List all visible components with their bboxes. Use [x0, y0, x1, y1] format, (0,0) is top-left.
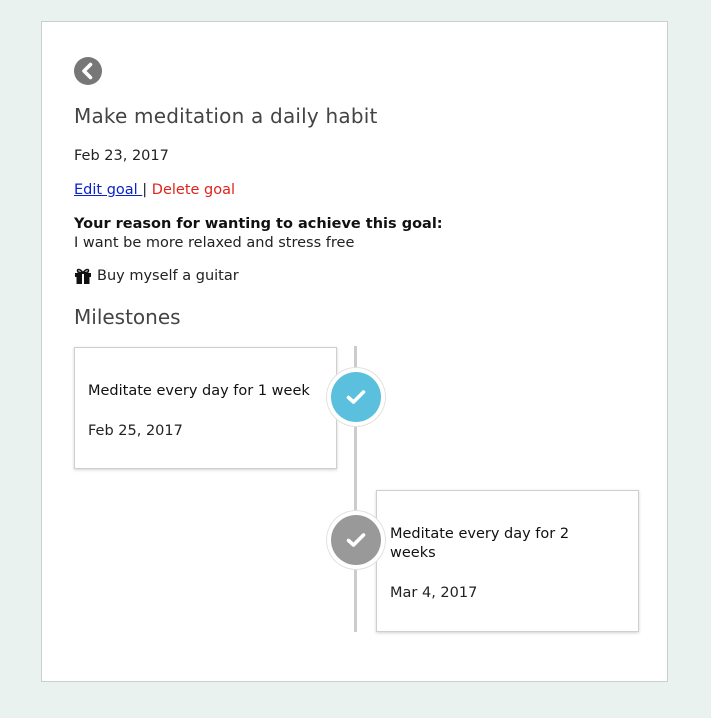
milestone-title: Meditate every day for 2 weeks	[390, 526, 570, 561]
delete-goal-link[interactable]: Delete goal	[147, 182, 235, 198]
reason-text: I want be more relaxed and stress free	[74, 235, 355, 251]
milestone-card[interactable]: Meditate every day for 1 week Feb 25, 20…	[74, 347, 337, 469]
milestone-date: Feb 25, 2017	[88, 423, 183, 439]
milestone-date: Mar 4, 2017	[390, 585, 478, 601]
goal-actions: Edit goal | Delete goal	[74, 182, 235, 198]
gift-icon	[75, 268, 91, 284]
milestone-status-pending	[331, 515, 381, 565]
milestones-heading: Milestones	[74, 305, 181, 329]
edit-goal-link[interactable]: Edit goal	[74, 182, 142, 198]
reward: Buy myself a guitar	[74, 268, 239, 284]
chevron-left-icon	[82, 62, 93, 80]
milestone-title: Meditate every day for 1 week	[88, 383, 310, 399]
milestone-status-completed	[331, 372, 381, 422]
reason-heading: Your reason for wanting to achieve this …	[74, 216, 443, 232]
goal-detail-card: Make meditation a daily habit Feb 23, 20…	[41, 21, 668, 682]
reward-text: Buy myself a guitar	[97, 268, 239, 284]
goal-date: Feb 23, 2017	[74, 148, 169, 164]
check-icon	[346, 390, 366, 404]
milestone-card[interactable]: Meditate every day for 2 weeks Mar 4, 20…	[376, 490, 639, 632]
back-button[interactable]	[74, 57, 102, 85]
check-icon	[346, 533, 366, 547]
goal-title: Make meditation a daily habit	[74, 104, 378, 128]
